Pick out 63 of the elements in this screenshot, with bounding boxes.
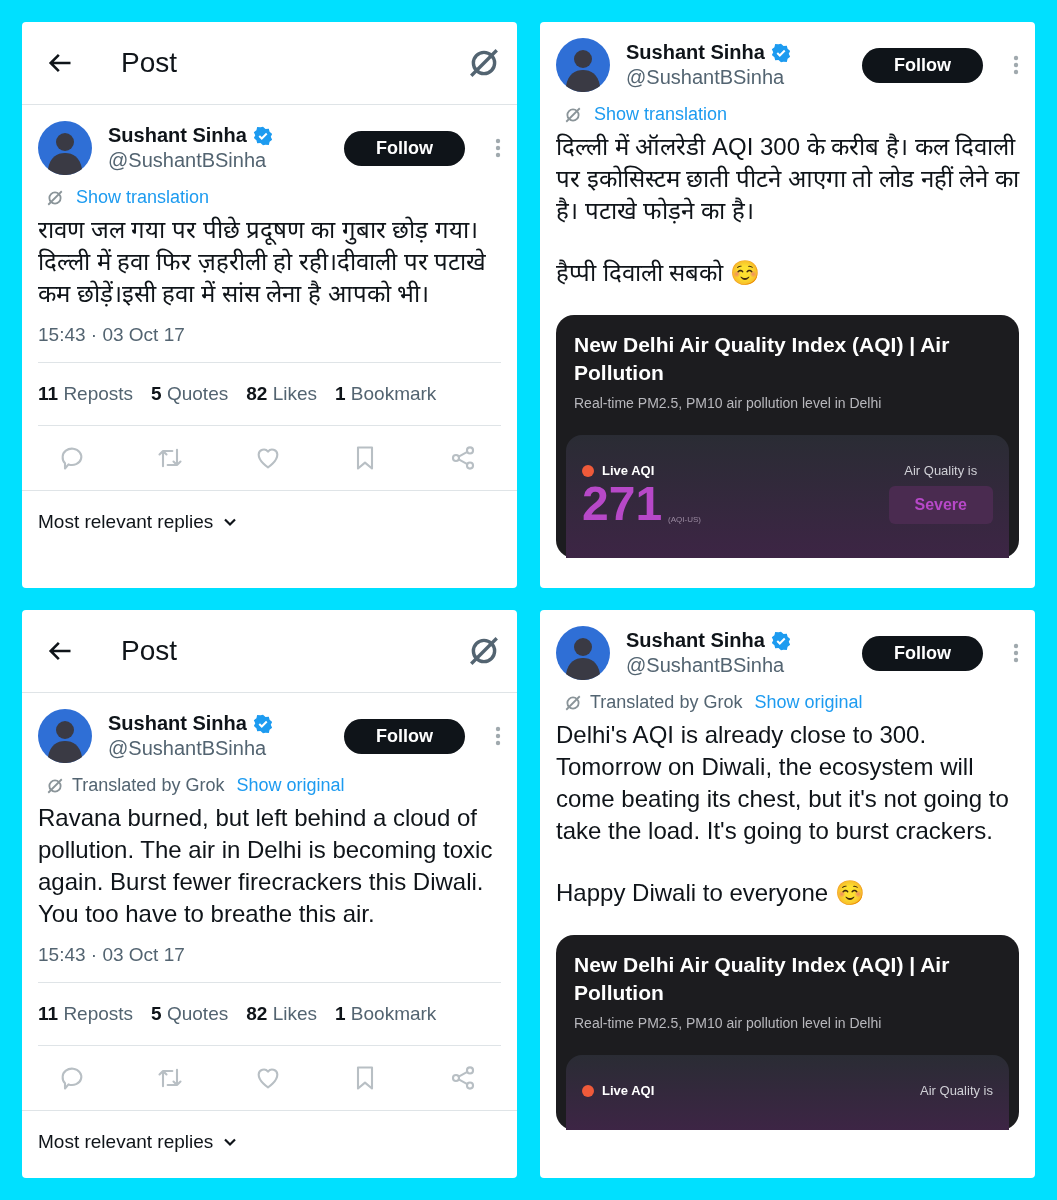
post-text: दिल्ली में ऑलरेडी AQI 300 के करीब है। कल दिवाली पर इकोसिस्टम छाती पीटने आएगा तो लोड नहीं लेने का है। पटाखे फोड़ने का है। (556, 132, 1019, 226)
display-name[interactable]: Sushant Sinha (626, 629, 765, 652)
post-text: हैप्पी दिवाली सबको ☺ (556, 258, 761, 288)
card-subtitle: Real-time PM2.5, PM10 air pollution level in Delhi (574, 395, 883, 411)
link-card[interactable]: New Delhi Air Quality Index (AQI) | Air Pollution Real-time PM2.5, PM10 air pollution level in Delhi Live AQI Air Quality is (556, 935, 1019, 1130)
link-card[interactable]: New Delhi Air Quality Index (AQI) | Air Pollution Real-time PM2.5, PM10 air pollution level in Delhi Live AQI 271(AQI-US) Air Quality is Severe (556, 315, 1019, 558)
quality-label: Air Quality is (904, 463, 978, 478)
avatar[interactable] (556, 626, 610, 680)
follow-button[interactable]: Follow (344, 718, 465, 754)
more-icon[interactable] (495, 726, 501, 746)
live-label: Live AQI (602, 1083, 655, 1098)
verified-badge-icon (770, 42, 791, 63)
share-icon[interactable] (449, 1064, 477, 1092)
display-name[interactable]: Sushant Sinha (108, 124, 247, 147)
card-subtitle: Real-time PM2.5, PM10 air pollution level in Delhi (574, 1015, 883, 1031)
stat-count[interactable]: 1 Bookmark (335, 1003, 437, 1025)
avatar[interactable] (556, 38, 610, 92)
avatar[interactable] (38, 121, 92, 175)
stat-count[interactable]: 5 Quotes (151, 1003, 229, 1025)
timestamp: 15:43 · 03 Oct 17 (37, 943, 186, 967)
stat-count[interactable]: 82 Likes (246, 1003, 317, 1025)
more-icon[interactable] (495, 138, 501, 158)
page-title: Post (121, 47, 179, 79)
translation-note: Translated by Grok (590, 692, 743, 713)
post-text: Delhi's AQI is already close to 300. Tomorrow on Diwali, the ecosystem will come beating its chest, but it's not going to take the load. It's going to burst crackers. (556, 720, 1010, 846)
sort-dropdown[interactable]: Most relevant replies (38, 511, 238, 533)
share-icon[interactable] (449, 444, 477, 472)
sort-dropdown[interactable]: Most relevant replies (38, 1131, 238, 1153)
card-title: New Delhi Air Quality Index (AQI) | Air Pollution (574, 952, 951, 1006)
display-name[interactable]: Sushant Sinha (626, 41, 765, 64)
post-text: रावण जल गया पर पीछे प्रदूषण का गुबार छोड़ गया। दिल्ली में हवा फिर ज़हरीली हो रही।दीवाली पर पटाखे कम छोड़ें।इसी हवा में सांस लेना है आपको भी। (38, 215, 488, 309)
avatar[interactable] (38, 709, 92, 763)
stat-count[interactable]: 5 Quotes (151, 383, 229, 405)
stat-count[interactable]: 82 Likes (246, 383, 317, 405)
verified-badge-icon (252, 713, 273, 734)
follow-button[interactable]: Follow (862, 635, 983, 671)
verified-badge-icon (252, 125, 273, 146)
follow-button[interactable]: Follow (862, 47, 983, 83)
live-dot-icon (582, 1084, 594, 1097)
quality-label: Air Quality is (920, 1083, 993, 1098)
post-text: Happy Diwali to everyone ☺ (556, 878, 866, 908)
card-title: New Delhi Air Quality Index (AQI) | Air Pollution (574, 332, 951, 386)
timestamp: 15:43 · 03 Oct 17 (37, 323, 186, 347)
live-dot-icon (582, 464, 594, 477)
post-text: Ravana burned, but left behind a cloud of pollution. The air in Delhi is becoming toxic again. Burst fewer firecrackers this Diwali. You too have to breathe this air. (38, 803, 494, 929)
user-handle: @SushantBSinha (626, 654, 786, 677)
quality-status: Severe (888, 486, 993, 524)
display-name[interactable]: Sushant Sinha (108, 712, 247, 735)
user-handle: @SushantBSinha (108, 149, 268, 172)
stat-count[interactable]: 11 Reposts (38, 383, 134, 405)
live-label: Live AQI (602, 463, 655, 478)
verified-badge-icon (770, 630, 791, 651)
stat-count[interactable]: 1 Bookmark (335, 383, 437, 405)
more-icon[interactable] (1013, 55, 1019, 75)
more-icon[interactable] (1013, 643, 1019, 663)
user-handle: @SushantBSinha (108, 737, 268, 760)
page-title: Post (121, 635, 179, 667)
aqi-value: 271 (582, 480, 663, 528)
aqi-unit: (AQI-US) (668, 515, 701, 524)
follow-button[interactable]: Follow (344, 130, 465, 166)
translation-note: Translated by Grok (72, 775, 225, 796)
stat-count[interactable]: 11 Reposts (38, 1003, 134, 1025)
user-handle: @SushantBSinha (626, 66, 786, 89)
